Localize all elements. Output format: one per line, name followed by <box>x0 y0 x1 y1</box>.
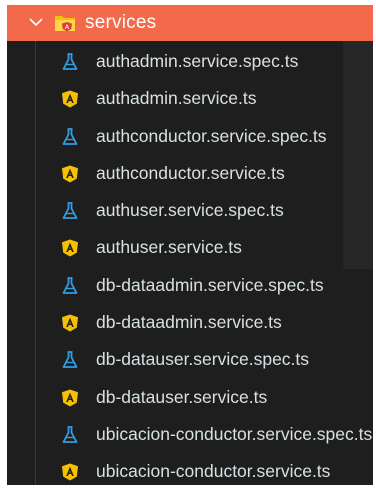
file-row[interactable]: db-dataadmin.service.spec.ts <box>7 267 373 304</box>
file-row[interactable]: authuser.service.ts <box>7 229 373 266</box>
file-name: authadmin.service.ts <box>96 88 257 109</box>
test-flask-icon <box>62 127 78 145</box>
file-row[interactable]: authuser.service.spec.ts <box>7 192 373 229</box>
file-name: db-dataadmin.service.spec.ts <box>96 274 324 295</box>
file-row[interactable]: ubicacion-conductor.service.ts <box>7 453 373 485</box>
file-explorer-panel: A services authadmin.service.spec.ts aut… <box>7 5 373 485</box>
test-flask-icon <box>62 276 78 294</box>
file-row[interactable]: db-datauser.service.ts <box>7 379 373 416</box>
file-row[interactable]: db-dataadmin.service.ts <box>7 304 373 341</box>
file-name: db-datauser.service.spec.ts <box>96 349 310 370</box>
file-name: ubicacion-conductor.service.spec.ts <box>96 423 373 444</box>
angular-service-icon <box>62 463 78 481</box>
chevron-down-icon[interactable] <box>29 17 43 27</box>
file-name: authconductor.service.spec.ts <box>96 125 327 146</box>
angular-service-icon <box>62 314 78 332</box>
folder-services-row[interactable]: A services <box>7 5 373 41</box>
test-flask-icon <box>62 351 78 369</box>
angular-service-icon <box>62 389 78 407</box>
file-name: db-dataadmin.service.ts <box>96 312 282 333</box>
file-row[interactable]: authadmin.service.ts <box>7 80 373 117</box>
file-name: authuser.service.ts <box>96 237 242 258</box>
file-row[interactable]: authconductor.service.spec.ts <box>7 118 373 155</box>
file-row[interactable]: authconductor.service.ts <box>7 155 373 192</box>
file-row[interactable]: ubicacion-conductor.service.spec.ts <box>7 416 373 453</box>
file-name: authconductor.service.ts <box>96 162 285 183</box>
angular-service-icon <box>62 90 78 108</box>
svg-text:A: A <box>65 25 70 31</box>
angular-folder-icon: A <box>55 16 75 32</box>
test-flask-icon <box>62 202 78 220</box>
file-name: db-datauser.service.ts <box>96 386 268 407</box>
angular-service-icon <box>62 165 78 183</box>
folder-name: services <box>85 12 157 33</box>
file-name: ubicacion-conductor.service.ts <box>96 461 331 482</box>
file-name: authuser.service.spec.ts <box>96 200 284 221</box>
file-row[interactable]: authadmin.service.spec.ts <box>7 43 373 80</box>
file-name: authadmin.service.spec.ts <box>96 51 299 71</box>
test-flask-icon <box>62 53 78 70</box>
test-flask-icon <box>62 426 78 443</box>
file-list: authadmin.service.spec.ts authadmin.serv… <box>7 43 373 485</box>
angular-service-icon <box>62 239 78 257</box>
file-row[interactable]: db-datauser.service.spec.ts <box>7 341 373 378</box>
